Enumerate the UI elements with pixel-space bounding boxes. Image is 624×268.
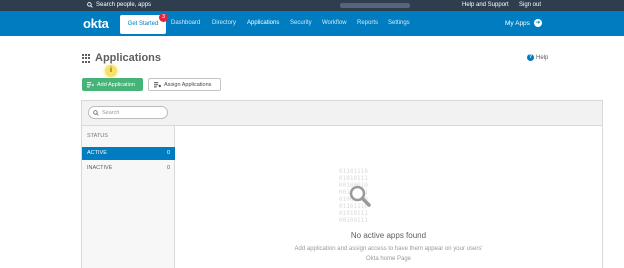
top-utility-bar: Search people, apps Help and Support Sig… — [0, 0, 624, 11]
bits-line: 00100111 — [339, 217, 368, 224]
nav-item-reports[interactable]: Reports — [357, 20, 378, 26]
add-application-label: Add Application — [97, 81, 135, 88]
global-search-label[interactable]: Search people, apps — [96, 2, 151, 8]
app-search-input[interactable]: Search — [88, 106, 168, 119]
sign-out-link[interactable]: Sign out — [519, 2, 541, 8]
search-icon — [87, 2, 93, 8]
my-apps-link[interactable]: My Apps ➜ — [505, 19, 542, 27]
status-filter-inactive[interactable]: INACTIVE 0 — [82, 162, 175, 175]
status-label: ACTIVE — [87, 150, 107, 156]
assign-list-icon — [154, 81, 161, 87]
assign-applications-button[interactable]: Assign Applications — [148, 78, 221, 91]
redacted-user-info — [340, 3, 410, 8]
bits-line: 01010111 — [339, 175, 368, 182]
status-filter-sidebar: STATUS ACTIVE 0 INACTIVE 0 — [82, 125, 175, 268]
help-link[interactable]: ? Help — [527, 54, 548, 61]
nav-item-applications[interactable]: Applications — [247, 20, 279, 26]
nav-item-settings[interactable]: Settings — [388, 20, 410, 26]
tour-hint-marker[interactable]: i — [105, 65, 117, 77]
status-header: STATUS — [87, 133, 108, 139]
main-navigation: okta Get Started 3 Dashboard Directory A… — [0, 11, 624, 36]
magnifier-icon — [349, 185, 371, 207]
page-title: Applications — [95, 52, 162, 64]
nav-item-directory[interactable]: Directory — [212, 20, 236, 26]
empty-state-title: No active apps found — [350, 231, 427, 240]
arrow-right-icon: ➜ — [533, 19, 542, 27]
nav-item-dashboard[interactable]: Dashboard — [171, 20, 200, 26]
status-count: 0 — [166, 150, 170, 156]
my-apps-label: My Apps — [505, 19, 530, 27]
apps-grid-icon — [82, 54, 91, 63]
apps-list-area: 01101110 01010111 00100010 00110101 0100… — [175, 125, 602, 268]
nav-item-workflow[interactable]: Workflow — [322, 20, 347, 26]
add-list-icon — [87, 81, 94, 87]
status-label: INACTIVE — [87, 165, 113, 171]
bits-line: 01101110 — [339, 168, 368, 175]
bits-line: 01010111 — [339, 210, 368, 217]
empty-state-line: Okta home Page — [365, 256, 412, 262]
search-placeholder: Search — [102, 109, 120, 116]
notification-badge: 3 — [159, 13, 168, 22]
help-label: Help — [536, 54, 549, 61]
add-application-button[interactable]: Add Application — [82, 78, 143, 91]
global-search[interactable]: Search people, apps — [87, 2, 151, 8]
help-support-link[interactable]: Help and Support — [462, 2, 509, 8]
help-icon: ? — [527, 54, 534, 61]
applications-panel: Search STATUS ACTIVE 0 INACTIVE 0 011011… — [81, 100, 603, 268]
assign-applications-label: Assign Applications — [164, 81, 212, 88]
status-filter-active[interactable]: ACTIVE 0 — [82, 147, 175, 160]
empty-state-line: Add application and assign access to hav… — [294, 246, 483, 252]
empty-state-description: Add application and assign access to hav… — [175, 244, 602, 264]
search-icon — [93, 109, 99, 116]
status-count: 0 — [166, 165, 170, 171]
nav-item-security[interactable]: Security — [290, 20, 312, 26]
okta-logo[interactable]: okta — [83, 16, 109, 31]
